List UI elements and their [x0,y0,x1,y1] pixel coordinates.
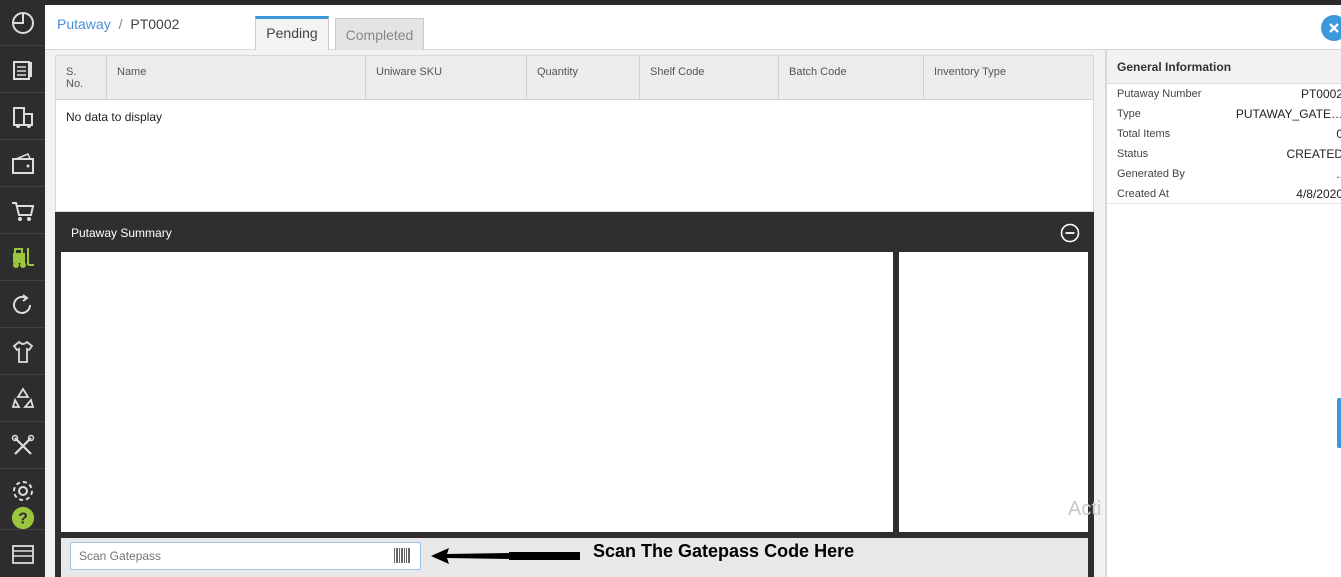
table-header: S. No. Name Uniware SKU Quantity Shelf C… [56,56,1093,100]
collapse-icon[interactable] [1060,223,1080,243]
breadcrumb-current: PT0002 [130,16,180,32]
info-value: .. [1336,167,1341,181]
info-row-generated-by: Generated By .. [1107,164,1341,184]
forklift-icon[interactable] [0,235,45,281]
info-row-created-at: Created At 4/8/2020 [1107,184,1341,204]
info-value: PUTAWAY_GATE… [1235,107,1341,121]
info-row-status: Status CREATED [1107,144,1341,164]
info-label: Status [1117,148,1149,160]
summary-left-pane [61,252,893,532]
column-header-sku[interactable]: Uniware SKU [366,56,527,100]
tab-completed[interactable]: Completed [335,18,424,50]
breadcrumb-putaway-link[interactable]: Putaway [57,16,111,32]
help-icon[interactable]: ? [11,506,35,530]
recycle-icon[interactable] [0,376,45,422]
general-information-panel: General Information Putaway Number PT000… [1105,50,1341,577]
column-header-quantity[interactable]: Quantity [527,56,640,100]
putaway-summary-panel: Putaway Summary Scan The Gatepass Code H… [55,212,1094,577]
scan-annotation: Scan The Gatepass Code Here [593,541,855,561]
info-value: PT0002 [1300,87,1341,101]
info-row-total-items: Total Items 0 [1107,124,1341,144]
close-icon[interactable] [1321,15,1341,41]
column-header-shelf-code[interactable]: Shelf Code [640,56,779,100]
summary-right-pane [899,252,1088,532]
sidebar: ? [0,0,45,577]
main-content: S. No. Name Uniware SKU Quantity Shelf C… [45,50,1105,577]
tools-icon[interactable] [0,423,45,469]
side-drawer-handle[interactable] [1337,398,1341,448]
breadcrumb: Putaway / PT0002 [57,16,179,32]
empty-table-message: No data to display [66,110,163,124]
info-value: 4/8/2020 [1296,187,1341,201]
reports-icon[interactable] [0,530,45,577]
column-header-batch-code[interactable]: Batch Code [779,56,924,100]
general-info-title: General Information [1107,50,1341,84]
info-label: Created At [1117,188,1169,200]
cart-icon[interactable] [0,188,45,234]
summary-title: Putaway Summary [71,226,172,240]
info-label: Generated By [1117,168,1185,180]
tab-pending[interactable]: Pending [255,16,329,50]
apparel-icon[interactable] [0,329,45,375]
svg-text:?: ? [18,511,28,528]
orders-icon[interactable] [0,47,45,93]
returns-icon[interactable] [0,282,45,328]
settings-icon[interactable]: ? [0,470,45,530]
info-label: Total Items [1117,128,1171,140]
barcode-icon [394,548,410,563]
header: Putaway / PT0002 Pending Completed [45,5,1341,50]
activation-watermark: Acti [1068,498,1102,520]
info-label: Type [1117,108,1141,120]
wallet-icon[interactable] [0,141,45,187]
items-table: S. No. Name Uniware SKU Quantity Shelf C… [55,55,1094,212]
info-value: CREATED [1286,147,1341,161]
general-info-list: Putaway Number PT0002 Type PUTAWAY_GATE…… [1107,84,1341,204]
info-value: 0 [1336,127,1341,141]
column-header-sno[interactable]: S. No. [56,56,107,100]
info-label: Putaway Number [1117,88,1202,100]
breadcrumb-separator: / [118,16,123,32]
info-row-type: Type PUTAWAY_GATE… [1107,104,1341,124]
shipping-icon[interactable] [0,94,45,140]
info-row-putaway-number: Putaway Number PT0002 [1107,84,1341,104]
dashboard-icon[interactable] [0,0,45,46]
scan-gatepass-input[interactable] [70,542,421,570]
column-header-name[interactable]: Name [107,56,366,100]
scan-bar: Scan The Gatepass Code Here [61,538,1088,577]
column-header-inventory-type[interactable]: Inventory Type [924,56,1093,100]
arrow-left-icon [431,548,580,564]
